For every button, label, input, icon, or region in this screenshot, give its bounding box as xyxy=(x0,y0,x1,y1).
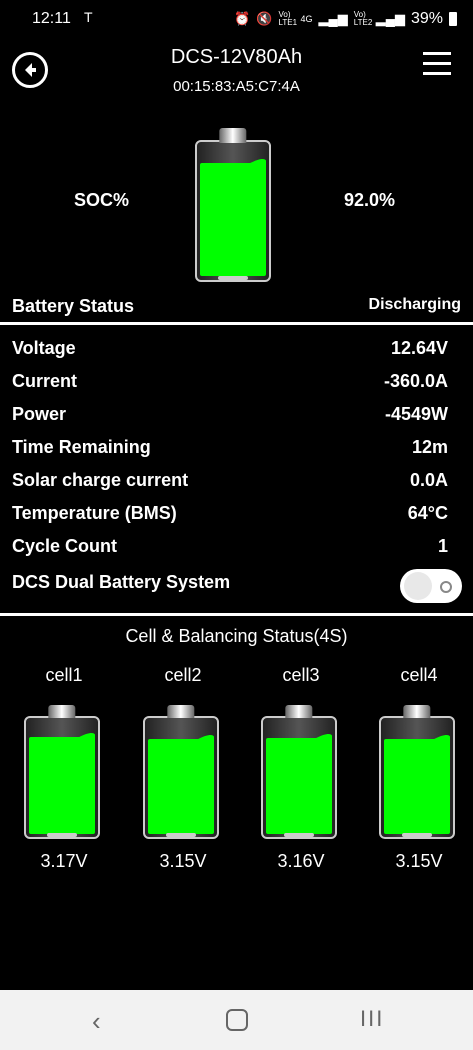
nav-home-button[interactable] xyxy=(226,1009,248,1031)
metric-label: Current xyxy=(12,371,78,391)
soc-label: SOC% xyxy=(74,190,130,210)
cell-voltage: 3.16V xyxy=(277,851,325,871)
metric-row-power: Power -4549W xyxy=(12,404,448,437)
cell-fill xyxy=(28,733,96,834)
cell-voltage: 3.15V xyxy=(395,851,443,871)
cell-battery-icon xyxy=(24,705,100,839)
system-nav-bar: ‹ III xyxy=(0,990,473,1050)
metric-value: -360.0A xyxy=(383,371,448,391)
menu-button[interactable] xyxy=(423,52,451,76)
battery-status-label: Battery Status xyxy=(12,296,135,316)
dual-battery-row: DCS Dual Battery System xyxy=(12,569,462,606)
metric-label: Solar charge current xyxy=(12,470,189,490)
cell-name: cell1 xyxy=(45,665,83,685)
metric-value: 12m xyxy=(411,437,448,457)
cell-fill xyxy=(383,735,451,834)
soc-fill xyxy=(199,158,267,276)
cell-name: cell2 xyxy=(164,665,202,685)
metric-label: Voltage xyxy=(12,338,76,358)
cell-fill xyxy=(147,735,215,834)
device-mac: 00:15:83:A5:C7:4A xyxy=(173,78,300,95)
network-icon: 4G xyxy=(300,14,313,24)
cell-voltage: 3.15V xyxy=(159,851,207,871)
status-bar: 12:11 T ⏰ 🔇 Vo) LTE1 4G ▂▄▆ Vo) LTE2 ▂▄▆… xyxy=(0,0,473,38)
metric-row-current: Current -360.0A xyxy=(12,371,448,404)
metric-row-solar-current: Solar charge current 0.0A xyxy=(12,470,448,503)
volte2-icon: Vo) LTE2 xyxy=(353,10,373,27)
cell-battery-icon xyxy=(379,705,455,839)
metric-value: -4549W xyxy=(384,404,448,424)
status-icons: ⏰ 🔇 Vo) LTE1 4G ▂▄▆ Vo) LTE2 ▂▄▆ 39% xyxy=(234,10,457,28)
battery-percent: 39% xyxy=(410,10,443,27)
divider xyxy=(0,613,473,616)
signal-icon: ▂▄▆ xyxy=(375,11,405,26)
battery-status-row: Battery Status Discharging xyxy=(12,296,461,317)
metric-value: 64°C xyxy=(407,503,448,523)
cell-name: cell3 xyxy=(282,665,320,685)
battery-status-value: Discharging xyxy=(368,296,461,313)
divider xyxy=(0,322,473,325)
metric-label: Cycle Count xyxy=(12,536,118,556)
metric-value: 0.0A xyxy=(409,470,448,490)
cell-1: cell1 3.17V xyxy=(14,665,114,871)
cell-fill xyxy=(265,734,333,834)
toggle-knob xyxy=(404,572,432,600)
nav-back-button[interactable]: ‹ xyxy=(92,1006,101,1037)
dual-battery-toggle[interactable] xyxy=(400,569,462,603)
header: DCS-12V80Ah 00:15:83:A5:C7:4A xyxy=(0,38,473,108)
signal-icon: ▂▄▆ xyxy=(318,11,348,26)
nav-recents-button[interactable]: III xyxy=(360,1006,384,1032)
cell-2: cell2 3.15V xyxy=(133,665,233,871)
status-time: 12:11 xyxy=(32,10,71,27)
soc-battery-icon xyxy=(195,128,271,282)
alarm-icon: ⏰ xyxy=(234,11,251,26)
device-title: DCS-12V80Ah xyxy=(170,46,303,68)
metric-label: Power xyxy=(12,404,67,424)
cell-voltage: 3.17V xyxy=(40,851,88,871)
metric-label: Time Remaining xyxy=(12,437,151,457)
metric-row-cycle-count: Cycle Count 1 xyxy=(12,536,448,569)
toggle-off-icon xyxy=(440,581,452,593)
cell-4: cell4 3.15V xyxy=(369,665,469,871)
metric-label: Temperature (BMS) xyxy=(12,503,177,523)
soc-value: 92.0% xyxy=(344,190,396,210)
metric-row-voltage: Voltage 12.64V xyxy=(12,338,448,371)
cell-3: cell3 3.16V xyxy=(251,665,351,871)
cell-battery-icon xyxy=(143,705,219,839)
dual-battery-label: DCS Dual Battery System xyxy=(12,572,231,592)
phone-battery-icon xyxy=(449,12,457,26)
metric-value: 12.64V xyxy=(390,338,448,358)
cell-name: cell4 xyxy=(400,665,438,685)
metrics-list: Voltage 12.64V Current -360.0A Power -45… xyxy=(12,338,448,569)
cell-section-title: Cell & Balancing Status(4S) xyxy=(125,626,348,646)
volte1-icon: Vo) LTE1 xyxy=(278,10,298,27)
cell-battery-icon xyxy=(261,705,337,839)
metric-row-time-remaining: Time Remaining 12m xyxy=(12,437,448,470)
metric-value: 1 xyxy=(437,536,448,556)
notification-icon: T xyxy=(84,9,93,25)
metric-row-temperature: Temperature (BMS) 64°C xyxy=(12,503,448,536)
mute-icon: 🔇 xyxy=(256,11,273,26)
